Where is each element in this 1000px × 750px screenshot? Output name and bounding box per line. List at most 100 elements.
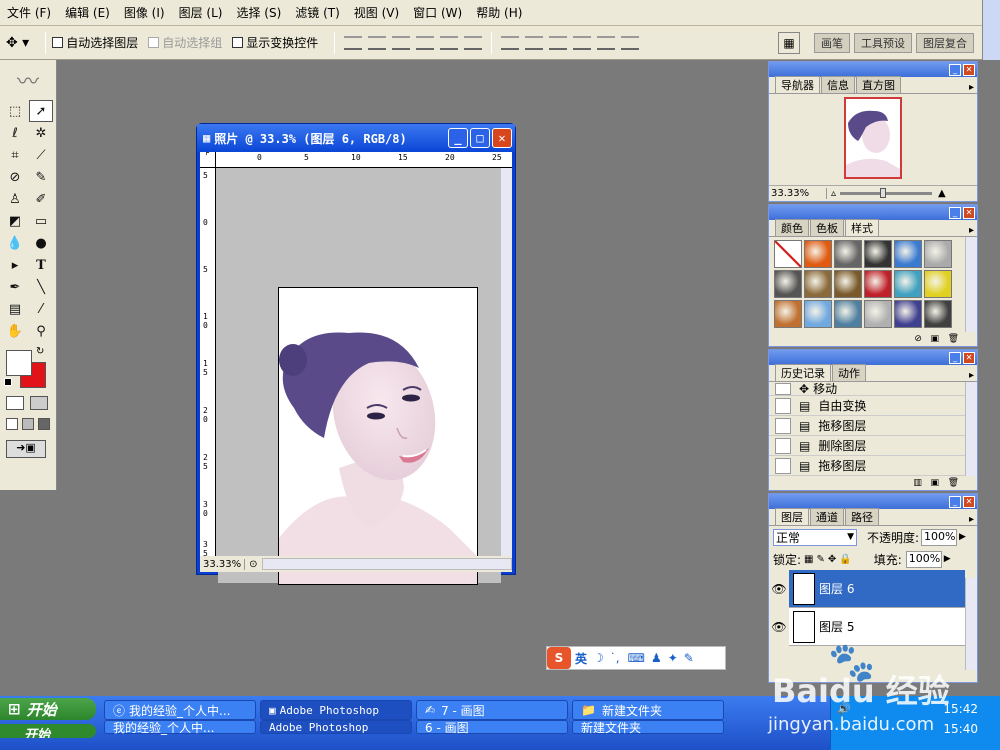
tab-channels[interactable]: 通道 [810, 508, 844, 525]
file-browser-icon[interactable]: ▦ [778, 31, 800, 54]
no-style-swatch[interactable] [774, 240, 802, 268]
sogou-logo-icon[interactable]: S [547, 647, 571, 669]
panel-titlebar[interactable]: _ ✕ [769, 205, 977, 220]
menu-layer[interactable]: 图层 (L) [172, 4, 230, 21]
zoom-in-icon[interactable]: ▲ [938, 188, 946, 199]
notes-tool-icon[interactable]: ▤ [3, 298, 27, 320]
menu-image[interactable]: 图像 (I) [117, 4, 172, 21]
lock-position-icon[interactable]: ✥ [828, 554, 836, 565]
close-button[interactable]: ✕ [492, 128, 512, 148]
type-tool-icon[interactable]: T [29, 254, 53, 276]
navigator-thumbnail[interactable] [844, 97, 902, 179]
clear-style-icon[interactable]: ⊘ [914, 334, 922, 344]
keyboard-icon[interactable]: ⌨ [628, 651, 645, 665]
taskbar-item-folder[interactable]: 📁 新建文件夹 [572, 700, 724, 720]
style-swatch[interactable] [924, 270, 952, 298]
delete-state-icon[interactable]: 🗑 [948, 478, 959, 488]
history-item[interactable]: ▤ 拖移图层 [769, 416, 965, 436]
maximize-button[interactable]: □ [470, 128, 490, 148]
taskbar-item-photoshop-duplicate[interactable]: Adobe Photoshop [260, 720, 412, 734]
panel-close-button[interactable]: ✕ [963, 351, 975, 364]
menu-help[interactable]: 帮助 (H) [469, 4, 529, 21]
menu-file[interactable]: 文件 (F) [0, 4, 58, 21]
align-bottom-icon[interactable] [392, 35, 411, 50]
ruler-origin[interactable]: ⌜ [200, 152, 216, 168]
panel-minimize-button[interactable]: _ [949, 206, 961, 219]
well-tab-layer-comps[interactable]: 图层复合 [916, 32, 974, 53]
align-vcenter-icon[interactable] [368, 35, 387, 50]
crop-tool-icon[interactable]: ⌗ [3, 144, 27, 166]
panel-close-button[interactable]: ✕ [963, 495, 975, 508]
taskbar-item-paint-duplicate[interactable]: 6 - 画图 [416, 720, 568, 735]
ime-language-label[interactable]: 英 [575, 650, 587, 667]
foreground-color-swatch[interactable] [6, 350, 32, 376]
blur-tool-icon[interactable]: 💧 [3, 232, 27, 254]
style-swatch[interactable] [924, 300, 952, 328]
menu-view[interactable]: 视图 (V) [347, 4, 406, 21]
style-swatch[interactable] [804, 300, 832, 328]
document-titlebar[interactable]: ▦ 照片 @ 33.3% (图层 6, RGB/8) _ □ ✕ [197, 124, 515, 152]
panel-minimize-button[interactable]: _ [949, 495, 961, 508]
marquee-tool-icon[interactable]: ⬚ [3, 100, 27, 122]
tab-styles[interactable]: 样式 [845, 219, 879, 236]
distribute-right-icon[interactable] [621, 35, 640, 50]
menu-window[interactable]: 窗口 (W) [406, 4, 469, 21]
opacity-arrow-icon[interactable]: ▶ [959, 532, 966, 542]
user-icon[interactable]: ♟ [651, 651, 662, 665]
photo-canvas[interactable] [278, 287, 478, 585]
screen-mode-full-menu-icon[interactable] [22, 418, 34, 430]
menu-edit[interactable]: 编辑 (E) [58, 4, 117, 21]
panel-titlebar[interactable]: _ ✕ [769, 62, 977, 77]
jump-to-imageready-icon[interactable]: ➜▣ [6, 440, 46, 458]
default-colors-icon[interactable] [4, 378, 12, 386]
zoom-slider[interactable] [840, 188, 933, 198]
tab-paths[interactable]: 路径 [845, 508, 879, 525]
gradient-tool-icon[interactable]: ▭ [29, 210, 53, 232]
start-button-duplicate[interactable]: 开始 [0, 724, 96, 738]
vertical-scrollbar[interactable] [501, 168, 512, 556]
swap-colors-icon[interactable]: ↻ [36, 346, 44, 357]
delete-style-icon[interactable]: 🗑 [948, 334, 959, 344]
zoom-readout[interactable]: 33.33% [200, 558, 246, 570]
standard-mode-icon[interactable] [6, 396, 24, 410]
fill-field[interactable]: 100% [905, 550, 942, 568]
dodge-tool-icon[interactable]: ● [29, 232, 53, 254]
tab-color[interactable]: 颜色 [775, 219, 809, 236]
panel-minimize-button[interactable]: _ [949, 63, 961, 76]
photoshop-feather-icon[interactable]: 〰 [0, 60, 56, 100]
horizontal-scrollbar[interactable] [261, 558, 512, 570]
auto-select-layer-checkbox[interactable]: 自动选择图层 [52, 34, 138, 51]
distribute-left-icon[interactable] [573, 35, 592, 50]
history-item[interactable]: ✥ 移动 [769, 382, 965, 396]
status-arrow-icon[interactable]: ⊙ [245, 559, 261, 570]
taskbar-item-photoshop[interactable]: ▣ Adobe Photoshop [260, 700, 412, 720]
eyedropper-tool-icon[interactable]: ⁄ [29, 298, 53, 320]
align-top-icon[interactable] [344, 35, 363, 50]
screen-mode-full-icon[interactable] [38, 418, 50, 430]
history-item[interactable]: ▤ 自由变换 [769, 396, 965, 416]
style-swatch[interactable] [834, 270, 862, 298]
style-swatch[interactable] [894, 270, 922, 298]
style-swatch[interactable] [864, 240, 892, 268]
taskbar-item-folder-duplicate[interactable]: 新建文件夹 [572, 720, 724, 735]
history-item[interactable]: ▤ 删除图层 [769, 436, 965, 456]
history-brush-source-box[interactable] [775, 437, 791, 454]
style-swatch[interactable] [894, 240, 922, 268]
style-swatch[interactable] [834, 300, 862, 328]
navigator-zoom-field[interactable]: 33.33% [769, 188, 827, 199]
punctuation-icon[interactable]: ˙, [610, 651, 620, 665]
lock-pixels-icon[interactable]: ✎ [817, 554, 825, 565]
canvas-area[interactable] [218, 197, 501, 585]
panel-menu-icon[interactable]: ▸ [969, 514, 974, 525]
style-swatch[interactable] [774, 270, 802, 298]
align-left-icon[interactable] [416, 35, 435, 50]
magic-wand-tool-icon[interactable]: ✲ [29, 122, 53, 144]
panel-minimize-button[interactable]: _ [949, 351, 961, 364]
history-brush-source-box[interactable] [775, 397, 791, 414]
brush-tool-icon[interactable]: ✎ [29, 166, 53, 188]
skin-icon[interactable]: ✦ [668, 651, 678, 665]
layer-row-selected[interactable]: 👁 图层 6 [769, 569, 965, 608]
history-brush-source-box[interactable] [775, 382, 791, 395]
distribute-hcenter-icon[interactable] [597, 35, 616, 50]
new-snapshot-icon[interactable]: ▣ [930, 478, 939, 488]
